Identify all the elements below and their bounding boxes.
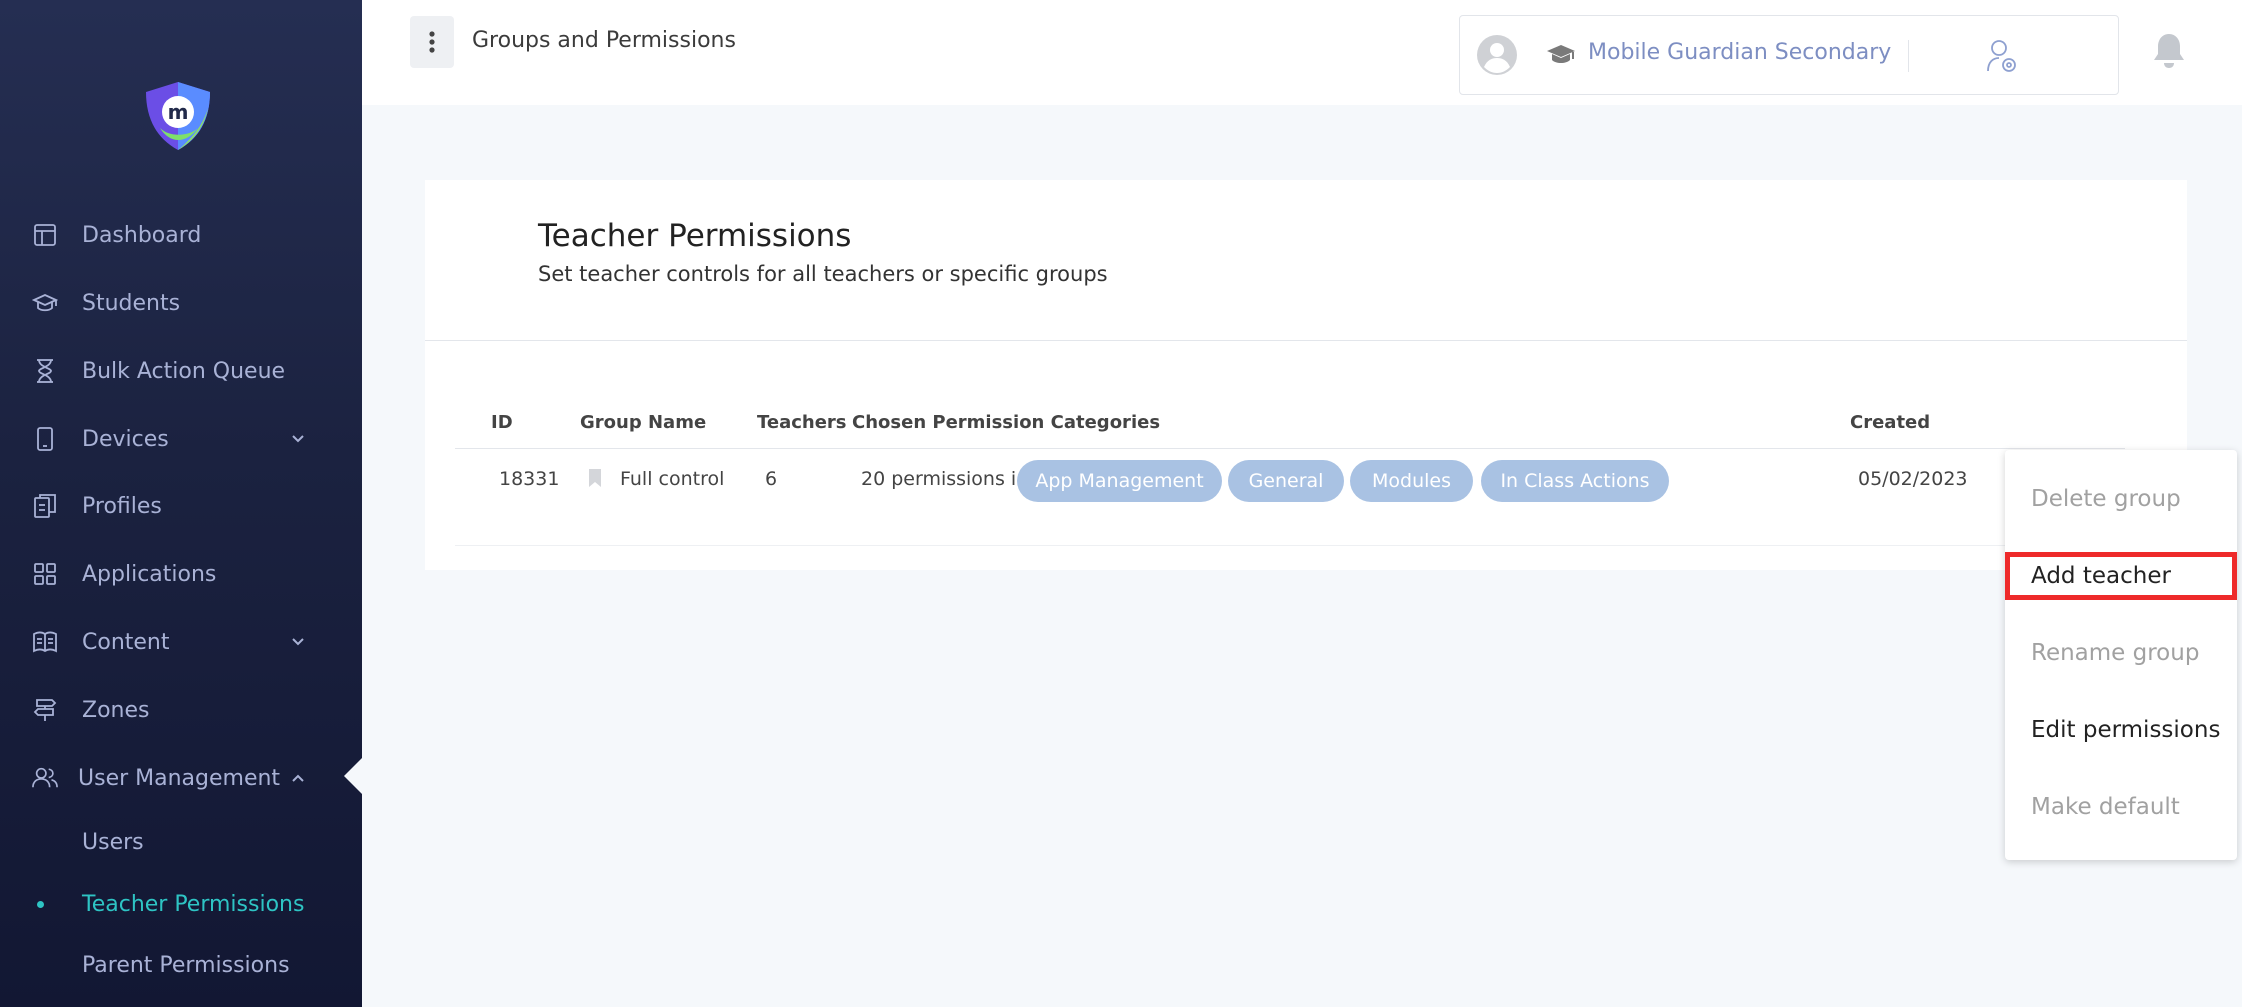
divider: [425, 340, 2187, 341]
sidebar-item-profiles[interactable]: Profiles: [0, 480, 362, 532]
page-title: Groups and Permissions: [472, 28, 736, 53]
avatar-icon[interactable]: [1476, 34, 1518, 76]
menu-item-rename-group[interactable]: Rename group: [2031, 640, 2199, 666]
chevron-up-icon[interactable]: [288, 768, 308, 788]
group-actions-menu: Delete group Add teacher Rename group Ed…: [2005, 450, 2237, 860]
table-row-divider: [455, 545, 2125, 546]
sidebar-item-label: Dashboard: [82, 222, 202, 248]
users-icon: [32, 765, 58, 791]
sidebar-item-content[interactable]: Content: [0, 616, 362, 668]
sidebar-item-devices[interactable]: Devices: [0, 413, 362, 465]
more-menu-button[interactable]: [410, 16, 454, 68]
graduation-cap-icon: [1547, 45, 1575, 63]
book-icon: [32, 629, 58, 655]
graduation-cap-icon: [32, 290, 58, 316]
signpost-icon: [32, 697, 58, 723]
sidebar-item-zones[interactable]: Zones: [0, 684, 362, 736]
column-header-permission-categories[interactable]: Chosen Permission Categories: [852, 412, 1160, 433]
topbar: Groups and Permissions Mobile Guardian S…: [362, 0, 2242, 105]
card-title: Teacher Permissions: [538, 218, 852, 254]
cell-group-name: Full control: [620, 468, 725, 490]
sidebar-item-bulk-action-queue[interactable]: Bulk Action Queue: [0, 345, 362, 397]
dashboard-icon: [32, 222, 58, 248]
mobile-guardian-logo: m: [146, 82, 210, 150]
cell-teachers: 6: [765, 468, 778, 490]
sidebar-item-students[interactable]: Students: [0, 277, 362, 329]
svg-text:m: m: [168, 100, 189, 124]
sidebar-item-label: User Management: [78, 765, 281, 791]
menu-item-add-teacher[interactable]: Add teacher: [2031, 563, 2171, 589]
sidebar-item-dashboard[interactable]: Dashboard: [0, 209, 362, 261]
grid-icon: [32, 561, 58, 587]
column-header-teachers[interactable]: Teachers: [757, 412, 847, 433]
sidebar-item-label: Applications: [82, 561, 217, 587]
school-name[interactable]: Mobile Guardian Secondary: [1588, 40, 1891, 65]
bookmark-icon[interactable]: [587, 468, 603, 488]
column-header-created[interactable]: Created: [1850, 412, 1930, 433]
sidebar: m Dashboard Students Bulk Action Queue D…: [0, 0, 364, 1007]
account-switcher: Mobile Guardian Secondary: [1459, 15, 2119, 95]
sidebar-subitem-teacher-permissions[interactable]: Teacher Permissions: [0, 881, 362, 927]
category-chip[interactable]: App Management: [1017, 460, 1222, 502]
menu-item-make-default[interactable]: Make default: [2031, 794, 2180, 820]
user-settings-icon[interactable]: [1986, 38, 2020, 74]
category-chip[interactable]: Modules: [1350, 460, 1473, 502]
sidebar-item-applications[interactable]: Applications: [0, 548, 362, 600]
divider: [1908, 40, 1909, 72]
sidebar-item-user-management[interactable]: User Management: [0, 752, 362, 804]
sidebar-subitem-label: Parent Permissions: [82, 952, 290, 978]
active-indicator-dot: [37, 900, 44, 908]
permissions-card: Teacher Permissions Set teacher controls…: [425, 180, 2187, 570]
sidebar-item-label: Content: [82, 629, 170, 655]
menu-item-delete-group[interactable]: Delete group: [2031, 486, 2181, 512]
sidebar-subitem-users[interactable]: Users: [0, 819, 362, 865]
column-header-id[interactable]: ID: [491, 412, 513, 433]
cell-id: 18331: [499, 468, 560, 490]
hourglass-icon: [32, 358, 58, 384]
category-chip[interactable]: General: [1228, 460, 1344, 502]
sidebar-item-label: Devices: [82, 426, 169, 452]
category-chip[interactable]: In Class Actions: [1481, 460, 1669, 502]
active-page-notch: [344, 756, 364, 796]
table-header-divider: [455, 448, 2125, 449]
column-header-group-name[interactable]: Group Name: [580, 412, 706, 433]
chevron-down-icon[interactable]: [288, 429, 308, 449]
sidebar-subitem-label: Users: [82, 829, 144, 855]
sidebar-item-label: Profiles: [82, 493, 162, 519]
chevron-down-icon[interactable]: [288, 632, 308, 652]
vertical-dots-icon: [429, 31, 435, 53]
sidebar-subitem-parent-permissions[interactable]: Parent Permissions: [0, 942, 362, 988]
notification-bell-icon[interactable]: [2152, 32, 2186, 70]
menu-item-edit-permissions[interactable]: Edit permissions: [2031, 717, 2220, 743]
documents-icon: [32, 493, 58, 519]
card-subtitle: Set teacher controls for all teachers or…: [538, 262, 1108, 286]
sidebar-item-label: Zones: [82, 697, 150, 723]
cell-created: 05/02/2023: [1858, 468, 1968, 490]
sidebar-subitem-label: Teacher Permissions: [82, 891, 305, 917]
sidebar-item-label: Students: [82, 290, 181, 316]
cell-permissions-count: 20 permissions in: [861, 468, 1029, 490]
mobile-device-icon: [32, 426, 58, 452]
sidebar-item-label: Bulk Action Queue: [82, 358, 286, 384]
